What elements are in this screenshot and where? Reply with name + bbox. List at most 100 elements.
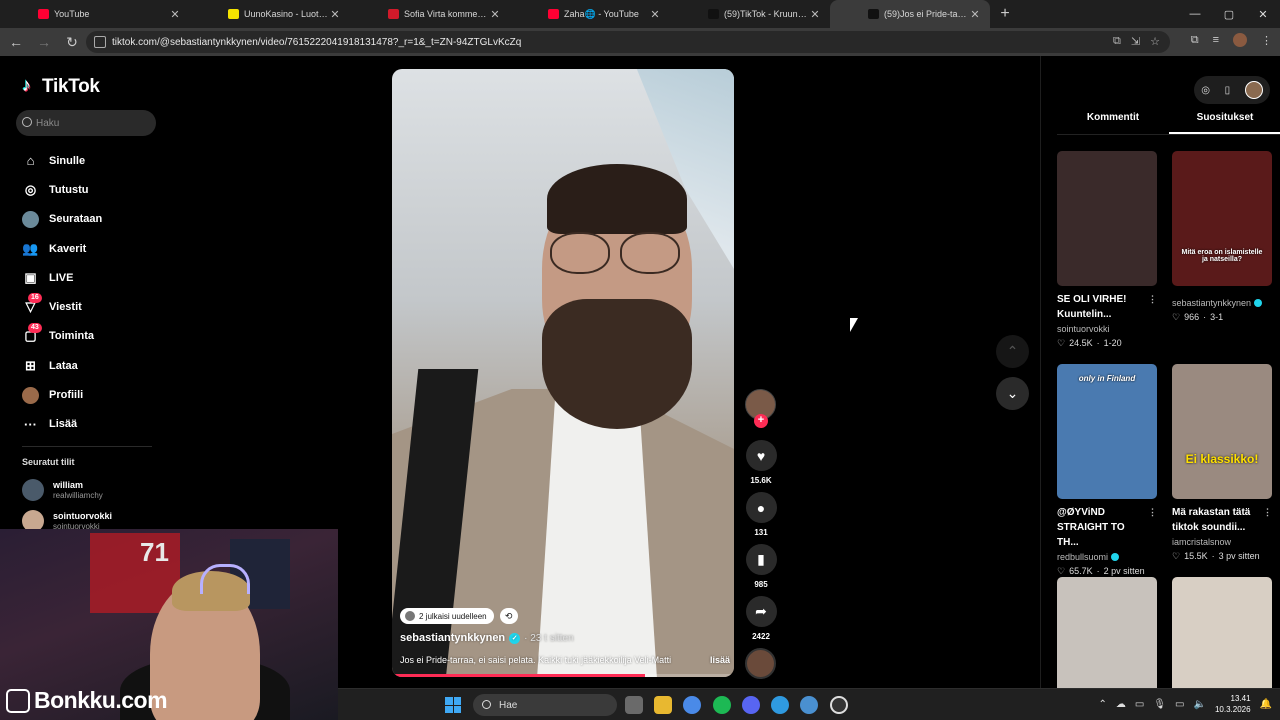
close-tab-icon[interactable]: ✕ [488,8,502,21]
close-tab-icon[interactable]: ✕ [328,8,342,21]
card-author[interactable]: sebastiantynkkynen [1172,296,1272,310]
network-icon[interactable]: ▭ [1175,699,1184,710]
browser-tab[interactable]: (59)TikTok - Kruunaa päiväsi✕ [670,0,830,28]
browser-profile-avatar[interactable] [1233,33,1247,47]
recommended-video-card[interactable]: Mitä eroa on islamistelle ja natseilla? s… [1172,151,1272,324]
browser-tab[interactable]: UunoKasino - Luotettava sekä✕ [190,0,350,28]
card-author[interactable]: sointuorvokki [1057,322,1157,336]
volume-icon[interactable]: 🔈 [1194,699,1206,710]
edge-icon[interactable] [771,696,789,714]
browser-tab[interactable]: (59)Jos ei Pride-tarraa, ei sa✕ [830,0,990,28]
video-progress-fill [392,674,646,677]
install-app-icon[interactable]: ⇲ [1131,35,1140,48]
thumbnail-overlay-text: Ei klassikko! [1185,452,1259,466]
sound-disc-avatar[interactable] [745,648,776,679]
sidebar-item-lisää[interactable]: ··· Lisää [22,410,102,439]
sidebar-item-kaverit[interactable]: 👥 Kaverit [22,234,102,263]
sidebar-item-lataa[interactable]: ⊞ Lataa [22,351,102,380]
follow-plus-icon[interactable]: + [754,414,768,428]
close-tab-icon[interactable]: ✕ [808,8,822,21]
tab-recommendations[interactable]: Suositukset [1169,112,1280,134]
discord-icon[interactable] [742,696,760,714]
video-thumbnail[interactable]: only in Finland [1057,364,1157,499]
device-icon[interactable]: ▯ [1225,85,1231,96]
card-author[interactable]: redbullsuomi [1057,550,1157,564]
sidebar-item-sinulle[interactable]: ⌂ Sinulle [22,146,102,175]
sidebar-item-profiili[interactable]: Profiili [22,380,102,409]
recommended-video-card[interactable]: only in Finland @ØYViND STRAIGHT TO TH...… [1057,364,1157,578]
reading-list-icon[interactable]: ≡ [1213,34,1219,46]
browser-tab[interactable]: YouTube ✕ [0,0,190,28]
maximize-icon[interactable]: ▢ [1212,0,1246,28]
share-button[interactable]: ➦ 2422 [745,596,777,641]
save-button[interactable]: ▮ 985 [745,544,777,589]
cloud-icon[interactable]: ☁ [1116,699,1126,710]
sidebar-item-label: Profiili [49,389,84,402]
recommended-video-card[interactable]: Ei klassikko! Mä rakastan tätä tiktok sou… [1172,364,1272,563]
close-tab-icon[interactable]: ✕ [968,8,982,21]
repost-info: 2 julkaisi uudelleen ⟲ [400,608,518,624]
microphone-icon[interactable]: 🎙 [1153,699,1166,710]
browser-menu-icon[interactable]: ⋮ [1261,34,1272,47]
chrome-icon[interactable] [683,696,701,714]
video-progress-bar[interactable] [392,674,734,677]
translate-icon[interactable]: ⧉ [1113,35,1121,48]
browser-tab[interactable]: Zaha🌐 - YouTube ✕ [510,0,670,28]
sidebar-item-toiminta[interactable]: ▢ 43 Toiminta [22,322,102,351]
tab-favicon-icon [38,9,49,19]
comment-button[interactable]: ● 131 [745,492,777,537]
file-explorer-icon[interactable] [654,696,672,714]
next-video-button[interactable]: ⌄ [996,377,1029,410]
taskbar-search-input[interactable]: Hae [473,694,617,716]
video-thumbnail[interactable] [1057,151,1157,286]
video-thumbnail[interactable]: Ei klassikko! [1172,364,1272,499]
previous-video-button[interactable]: ⌃ [996,335,1029,368]
account-name: sointuorvokki [53,510,113,521]
card-author[interactable]: iamcristalsnow [1172,535,1272,549]
address-bar[interactable]: tiktok.com/@sebastiantynkkynen/video/761… [86,31,1170,53]
taskbar-clock[interactable]: 13.41 10.3.2026 [1215,693,1251,715]
more-link[interactable]: lisää [710,655,730,665]
close-tab-icon[interactable]: ✕ [168,8,182,21]
display-icon[interactable]: ▭ [1135,699,1144,710]
sidebar-item-viestit[interactable]: ▽ 16 Viestit [22,292,102,321]
back-icon[interactable]: ← [4,30,28,54]
bookmark-star-icon[interactable]: ☆ [1150,35,1160,48]
sidebar-item-tutustu[interactable]: ◎ Tutustu [22,175,102,204]
obs-icon[interactable] [830,696,848,714]
like-button[interactable]: ♥ 15.6K [745,440,777,485]
video-thumbnail[interactable]: Mitä eroa on islamistelle ja natseilla? [1172,151,1272,286]
compass-icon[interactable]: ◎ [1201,85,1210,96]
card-menu-icon[interactable]: ⋮ [1263,505,1272,520]
app-icon[interactable] [800,696,818,714]
followed-account[interactable]: william realwilliamchy [22,479,103,501]
card-menu-icon[interactable]: ⋮ [1148,292,1157,307]
video-player[interactable]: 2 julkaisi uudelleen ⟲ sebastiantynkkyne… [392,69,734,677]
windows-start-icon[interactable] [445,697,461,713]
browser-tab[interactable]: Sofia Virta kommentoi TPS-erot✕ [350,0,510,28]
sidebar-item-live[interactable]: ▣ LIVE [22,263,102,292]
close-window-icon[interactable]: ✕ [1246,0,1280,28]
tab-comments[interactable]: Kommentit [1057,112,1169,134]
recommended-video-card[interactable]: SE OLI VIRHE! Kuuntelin... ⋮ sointuorvokki… [1057,151,1157,350]
separator-dot: · [1096,566,1100,576]
notification-bell-icon[interactable]: 🔔 [1260,699,1272,710]
close-tab-icon[interactable]: ✕ [648,8,662,21]
sidebar-item-seurataan[interactable]: Seurataan [22,205,102,234]
reload-icon[interactable]: ↻ [60,30,84,54]
task-view-icon[interactable] [625,696,643,714]
video-author[interactable]: sebastiantynkkynen ✓ · 23 t sitten [400,632,574,644]
spotify-icon[interactable] [713,696,731,714]
site-info-icon[interactable] [94,36,106,48]
tray-chevron-icon[interactable]: ⌃ [1099,699,1107,710]
tiktok-logo[interactable]: TikTok [22,75,100,98]
new-tab-button[interactable]: + [990,0,1020,28]
extensions-icon[interactable]: ⧉ [1191,34,1199,47]
repost-icon[interactable]: ⟲ [499,608,518,624]
minimize-icon[interactable]: — [1178,0,1212,28]
forward-icon[interactable]: → [32,30,56,54]
search-input[interactable]: Haku [16,110,156,136]
card-menu-icon[interactable]: ⋮ [1148,505,1157,520]
repost-pill[interactable]: 2 julkaisi uudelleen [400,608,494,624]
user-avatar[interactable] [1244,81,1263,99]
